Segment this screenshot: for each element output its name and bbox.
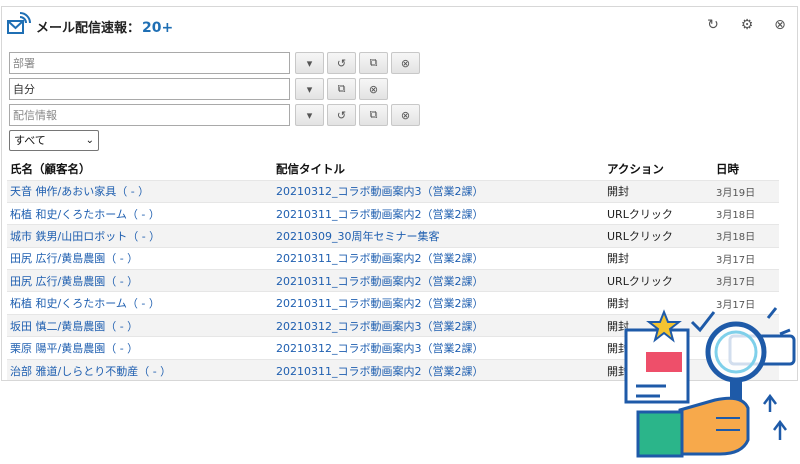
action-date: 3月17日: [713, 269, 779, 292]
chevron-down-icon: ⌄: [85, 135, 94, 146]
table-header-row: 氏名（顧客名） 配信タイトル アクション 日時: [7, 158, 779, 180]
reset-icon: ↺: [336, 108, 347, 122]
customer-name[interactable]: 治部 雅道/しらとり不動産（ - ）: [7, 358, 273, 380]
delivery-title[interactable]: 20210311_コラボ動画案内2（営業2課）: [273, 269, 604, 292]
customer-name[interactable]: 柘植 和史/くろたホーム（ - ）: [7, 291, 273, 315]
delivery-title[interactable]: 20210312_コラボ動画案内3（営業2課）: [273, 336, 604, 360]
action-type: URLクリック: [604, 224, 713, 248]
owner-copy-button[interactable]: ⧉: [327, 78, 356, 100]
chevron-down-icon: ▾: [306, 82, 313, 96]
document-card-icon: [624, 328, 690, 404]
notification-count: 20+: [142, 20, 174, 36]
mail-broadcast-icon: [7, 12, 31, 34]
chevron-down-icon: ▾: [306, 108, 313, 122]
column-header-title[interactable]: 配信タイトル: [273, 158, 604, 180]
customer-name[interactable]: 田尻 広行/黄島農園（ - ）: [7, 269, 273, 292]
department-input[interactable]: [9, 52, 290, 74]
delivery-reset-button[interactable]: ↺: [327, 104, 356, 126]
department-dropdown-button[interactable]: ▾: [295, 52, 324, 74]
delivery-input[interactable]: [9, 104, 290, 126]
panel-title-text: メール配信速報：: [36, 21, 141, 36]
action-date: 3月18日: [713, 224, 779, 248]
table-row[interactable]: 城市 鉄男/山田ロボット（ - ） 20210309_30周年セミナー集客 UR…: [7, 224, 779, 248]
delivery-title[interactable]: 20210311_コラボ動画案内2（営業2課）: [273, 358, 604, 380]
customer-name[interactable]: 栗原 陽平/黄島農園（ - ）: [7, 336, 273, 360]
customer-name[interactable]: 天音 伸作/あおい家具（ - ）: [7, 179, 273, 203]
customer-name[interactable]: 柘植 和史/くろたホーム（ - ）: [7, 201, 273, 225]
customer-name[interactable]: 城市 鉄男/山田ロボット（ - ）: [7, 224, 273, 248]
delivery-title[interactable]: 20210309_30周年セミナー集客: [273, 224, 604, 248]
department-reset-button[interactable]: ↺: [327, 52, 356, 74]
owner-clear-button[interactable]: ⊗: [359, 78, 388, 100]
action-filter-select[interactable]: すべて ⌄: [9, 130, 99, 151]
action-date: 3月17日: [713, 246, 779, 270]
delivery-clear-button[interactable]: ⊗: [391, 104, 420, 126]
delivery-filter-row: ▾ ↺ ⧉ ⊗: [9, 104, 420, 126]
gear-icon[interactable]: ⚙: [738, 16, 756, 34]
delivery-title[interactable]: 20210311_コラボ動画案内2（営業2課）: [273, 246, 604, 270]
copy-icon: ⧉: [337, 82, 346, 95]
action-date: 3月19日: [713, 179, 779, 203]
action-type: URLクリック: [604, 201, 713, 225]
delivery-title[interactable]: 20210311_コラボ動画案内2（営業2課）: [273, 291, 604, 315]
column-header-date[interactable]: 日時: [713, 158, 779, 180]
action-type: URLクリック: [604, 269, 713, 292]
owner-filter-row: ▾ ⧉ ⊗: [9, 78, 388, 100]
delivery-title[interactable]: 20210312_コラボ動画案内3（営業2課）: [273, 313, 604, 337]
action-type: 開封: [604, 246, 713, 270]
check-icon: [690, 311, 716, 333]
chevron-down-icon: ▾: [306, 56, 313, 70]
reset-icon: ↺: [336, 56, 347, 70]
action-date: 3月18日: [713, 201, 779, 225]
table-row[interactable]: 田尻 広行/黄島農園（ - ） 20210311_コラボ動画案内2（営業2課） …: [7, 269, 779, 292]
table-row[interactable]: 田尻 広行/黄島農園（ - ） 20210311_コラボ動画案内2（営業2課） …: [7, 246, 779, 270]
column-header-name[interactable]: 氏名（顧客名）: [7, 158, 273, 180]
action-type: 開封: [604, 179, 713, 203]
delivery-copy-button[interactable]: ⧉: [359, 104, 388, 126]
sparkle-icon: [766, 307, 778, 319]
copy-icon: ⧉: [369, 108, 378, 121]
delivery-title[interactable]: 20210312_コラボ動画案内3（営業2課）: [273, 179, 604, 203]
customer-name[interactable]: 田尻 広行/黄島農園（ - ）: [7, 246, 273, 270]
select-value: すべて: [14, 134, 46, 147]
owner-dropdown-button[interactable]: ▾: [295, 78, 324, 100]
department-filter-row: ▾ ↺ ⧉ ⊗: [9, 52, 420, 74]
table-row[interactable]: 柘植 和史/くろたホーム（ - ） 20210311_コラボ動画案内2（営業2課…: [7, 201, 779, 225]
column-header-action[interactable]: アクション: [604, 158, 713, 180]
panel-title: メール配信速報： 20+: [36, 17, 173, 36]
copy-icon: ⧉: [369, 56, 378, 69]
customer-name[interactable]: 坂田 慎二/黄島農園（ - ）: [7, 313, 273, 337]
hand-icon: [636, 396, 750, 458]
panel-header: メール配信速報： 20+ ↻ ⚙ ⊗: [2, 7, 797, 43]
clear-icon: ⊗: [400, 108, 411, 122]
close-icon[interactable]: ⊗: [771, 16, 789, 34]
table-row[interactable]: 天音 伸作/あおい家具（ - ） 20210312_コラボ動画案内3（営業2課）…: [7, 179, 779, 203]
delivery-dropdown-button[interactable]: ▾: [295, 104, 324, 126]
department-copy-button[interactable]: ⧉: [359, 52, 388, 74]
refresh-icon[interactable]: ↻: [704, 16, 722, 34]
clear-icon: ⊗: [400, 56, 411, 70]
owner-input[interactable]: [9, 78, 290, 100]
magnifier-hand-illustration: [624, 307, 796, 458]
department-clear-button[interactable]: ⊗: [391, 52, 420, 74]
delivery-title[interactable]: 20210311_コラボ動画案内2（営業2課）: [273, 201, 604, 225]
clear-icon: ⊗: [368, 82, 379, 96]
